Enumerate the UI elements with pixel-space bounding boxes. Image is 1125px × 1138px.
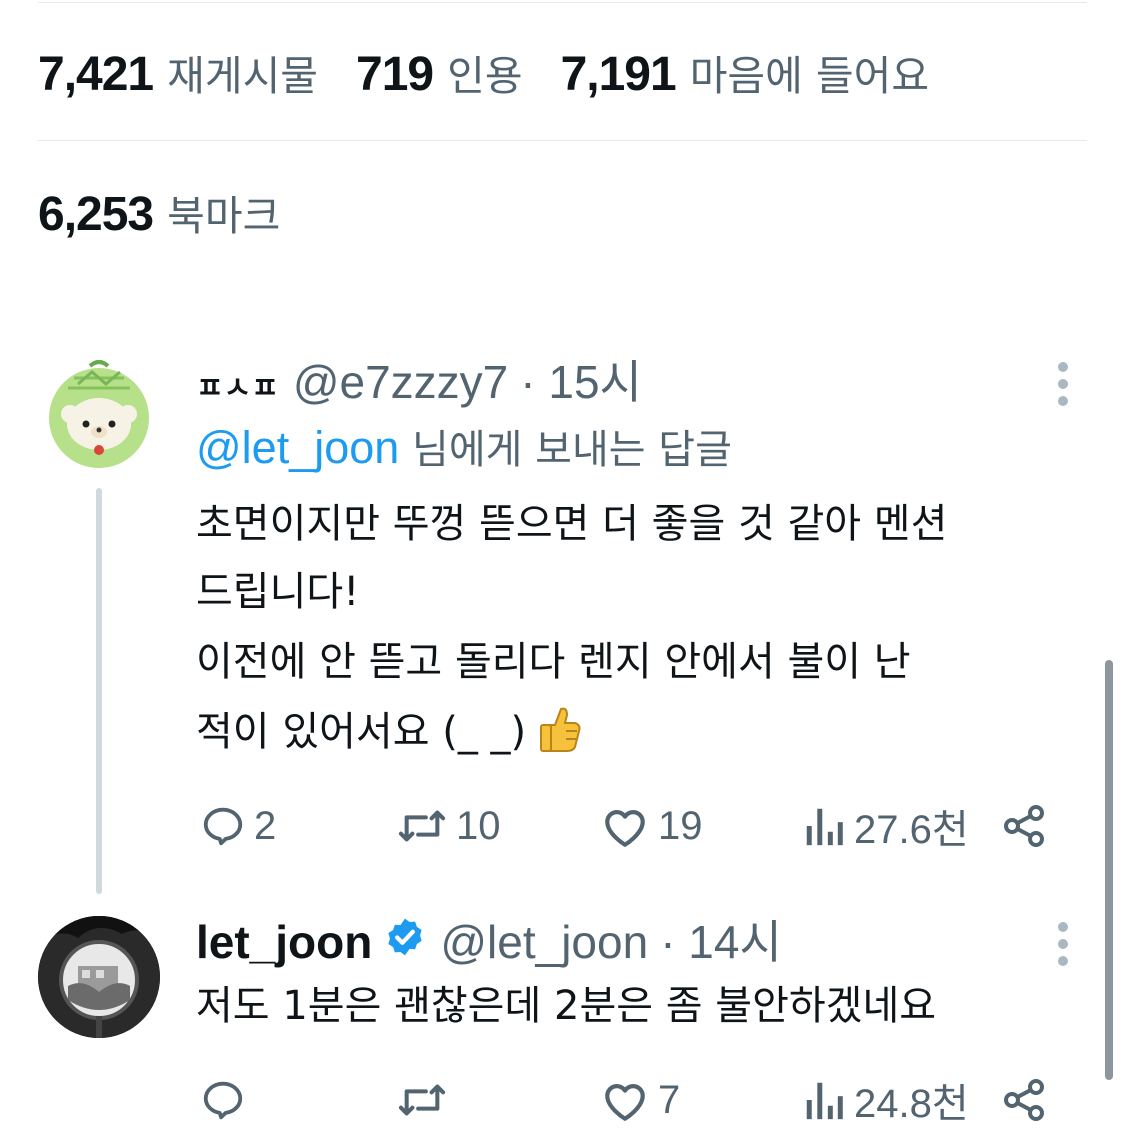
views-button[interactable]: 24.8천 [802, 1070, 969, 1130]
more-options-icon[interactable] [1055, 362, 1071, 406]
heart-icon [605, 1084, 645, 1121]
tweet-text-line: 저도 1분은 괜찮은데 2분은 좀 불안하겠네요 [196, 983, 937, 1029]
reply-icon [203, 807, 243, 846]
like-count: 19 [658, 803, 703, 848]
display-name[interactable]: ㅍㅅㅍ [196, 363, 279, 407]
reply-icon [203, 1081, 243, 1120]
reply-header: ㅍㅅㅍ @e7zzzy7 · 15시 [196, 346, 642, 412]
timestamp[interactable]: · 15시 [520, 346, 642, 412]
thread-connector-line [96, 488, 102, 894]
share-button[interactable] [1000, 1070, 1048, 1130]
stats-divider [38, 140, 1087, 141]
avatar[interactable] [38, 348, 160, 470]
tweet-text-segment: 적이 있어서요 (_ _) [196, 709, 527, 755]
tweet-actions: 7 24.8천 [196, 1070, 1065, 1130]
views-chart-icon [806, 1082, 843, 1120]
user-handle[interactable]: @let_joon [440, 915, 648, 969]
tweet-actions: 2 10 19 27.6천 [196, 796, 1065, 856]
quote-count[interactable]: 719 [356, 47, 434, 102]
bookmark-stats-row: 6,253 북마크 [38, 182, 318, 242]
engagement-stats-row: 7,421 재게시물 719 인용 7,191 마음에 들어요 [38, 42, 967, 102]
user-handle[interactable]: @e7zzzy7 [293, 355, 508, 409]
like-count[interactable]: 7,191 [561, 47, 677, 102]
display-name[interactable]: let_joon [196, 915, 372, 969]
repost-icon [398, 810, 446, 842]
tweet-text-line: 초면이지만 뚜껑 뜯으면 더 좋을 것 같아 멘션 [196, 501, 948, 547]
quote-label[interactable]: 인용 [447, 42, 522, 102]
reply-to-suffix: 님에게 보내는 답글 [399, 427, 732, 473]
repost-label[interactable]: 재게시물 [167, 42, 318, 102]
like-count: 7 [658, 1077, 681, 1122]
tweet-text-line: 적이 있어서요 (_ _) [196, 698, 581, 774]
mention-link[interactable]: @let_joon [196, 422, 399, 473]
tweet-text-line: 드립니다! [196, 569, 360, 615]
reply-to-line: @let_joon 님에게 보내는 답글 [196, 414, 732, 484]
tweet-text-line: 이전에 안 뜯고 돌리다 렌지 안에서 불이 난 [196, 639, 911, 685]
view-count: 24.8천 [854, 1082, 969, 1126]
repost-count[interactable]: 7,421 [38, 47, 154, 102]
views-chart-icon [806, 808, 843, 846]
timestamp[interactable]: · 14시 [660, 906, 782, 972]
like-label[interactable]: 마음에 들어요 [690, 42, 929, 102]
more-options-icon[interactable] [1055, 922, 1071, 966]
repost-button[interactable]: 10 [396, 796, 501, 856]
verified-badge-icon [384, 916, 426, 962]
bookmark-count[interactable]: 6,253 [38, 187, 154, 242]
thumbs-up-emoji-icon [539, 703, 581, 774]
like-button[interactable]: 19 [600, 796, 703, 856]
reply-count: 2 [254, 803, 277, 848]
repost-button[interactable] [396, 1070, 448, 1130]
share-icon [1004, 1079, 1044, 1121]
share-icon [1004, 805, 1044, 847]
views-button[interactable]: 27.6천 [802, 796, 969, 856]
top-divider [38, 2, 1087, 3]
repost-count: 10 [456, 803, 501, 848]
mirror-photo-avatar-icon [38, 916, 160, 1038]
reply-button[interactable] [200, 1070, 246, 1130]
bookmark-label[interactable]: 북마크 [167, 182, 280, 242]
reply-header: let_joon @let_joon · 14시 [196, 906, 782, 972]
share-button[interactable] [1000, 796, 1048, 856]
heart-icon [605, 810, 645, 847]
like-button[interactable]: 7 [600, 1070, 680, 1130]
melon-plush-avatar-icon [38, 348, 160, 470]
reply-button[interactable]: 2 [200, 796, 276, 856]
repost-icon [398, 1084, 446, 1116]
scrollbar[interactable] [1105, 660, 1113, 1080]
view-count: 27.6천 [854, 808, 969, 852]
avatar[interactable] [38, 916, 160, 1038]
